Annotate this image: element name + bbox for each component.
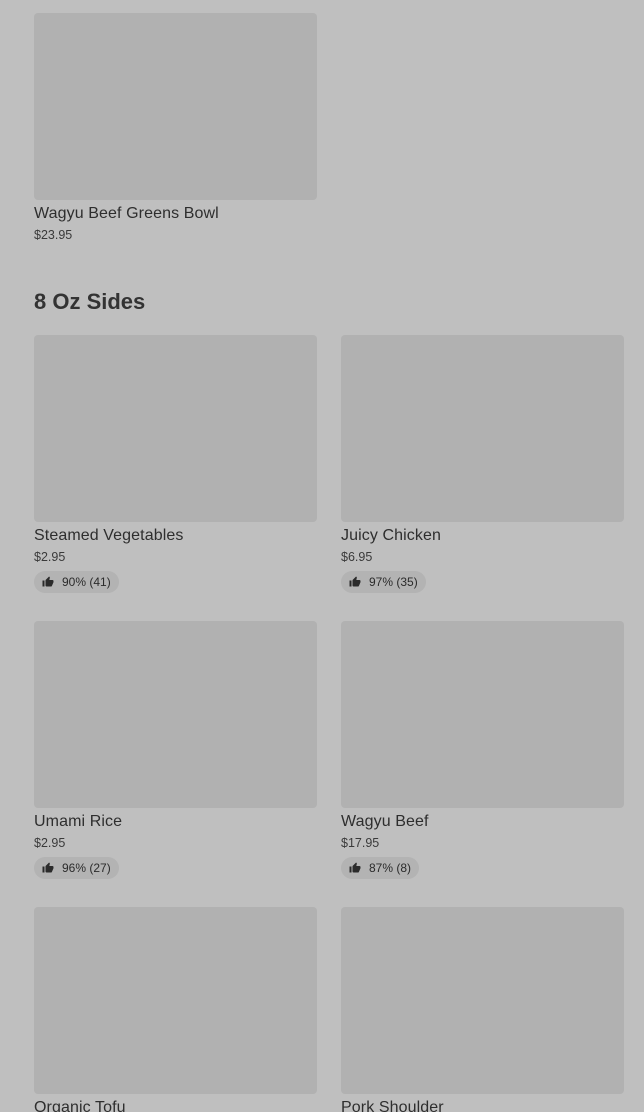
rating-text: 90% (41) — [62, 575, 111, 589]
menu-item-card[interactable]: Steamed Vegetables $2.95 90% (41) — [34, 335, 317, 593]
item-image[interactable] — [34, 335, 317, 522]
item-price: $6.95 — [341, 550, 373, 564]
item-image[interactable] — [341, 335, 624, 522]
item-image[interactable] — [34, 907, 317, 1094]
item-price: $23.95 — [34, 228, 73, 242]
item-name: Organic Tofu — [34, 1099, 126, 1112]
item-price: $2.95 — [34, 836, 66, 850]
menu-item-card[interactable]: Wagyu Beef $17.95 87% (8) — [341, 621, 624, 879]
item-name: Umami Rice — [34, 813, 123, 830]
rating-text: 97% (35) — [369, 575, 418, 589]
item-image[interactable] — [34, 13, 317, 200]
menu-item-card[interactable]: Juicy Chicken $6.95 97% (35) — [341, 335, 624, 593]
item-name: Steamed Vegetables — [34, 527, 184, 544]
thumbs-up-icon — [349, 862, 361, 873]
item-image[interactable] — [341, 907, 624, 1094]
item-image[interactable] — [34, 621, 317, 808]
menu-item-card[interactable]: Umami Rice $2.95 96% (27) — [34, 621, 317, 879]
menu-page: Wagyu Beef Greens Bowl $23.95 8 Oz Sides… — [0, 0, 644, 1112]
rating-badge: 87% (8) — [341, 857, 420, 879]
item-name: Juicy Chicken — [341, 527, 442, 544]
thumbs-up-icon — [42, 862, 54, 873]
rating-text: 87% (8) — [369, 861, 412, 875]
item-image[interactable] — [341, 621, 624, 808]
thumbs-up-icon — [42, 576, 54, 587]
menu-item-card[interactable]: Organic Tofu — [34, 907, 317, 1112]
item-price: $2.95 — [34, 550, 66, 564]
rating-badge: 90% (41) — [34, 571, 119, 593]
thumbs-up-icon — [349, 576, 361, 587]
rating-badge: 96% (27) — [34, 857, 119, 879]
rating-text: 96% (27) — [62, 861, 111, 875]
item-name: Wagyu Beef Greens Bowl — [34, 205, 219, 222]
section-title: 8 Oz Sides — [34, 289, 146, 314]
item-name: Wagyu Beef — [341, 813, 429, 830]
rating-badge: 97% (35) — [341, 571, 426, 593]
item-price: $17.95 — [341, 836, 380, 850]
item-name: Pork Shoulder — [341, 1099, 444, 1112]
menu-item-card[interactable]: Pork Shoulder — [341, 907, 624, 1112]
menu-item-card[interactable]: Wagyu Beef Greens Bowl $23.95 — [34, 13, 317, 243]
